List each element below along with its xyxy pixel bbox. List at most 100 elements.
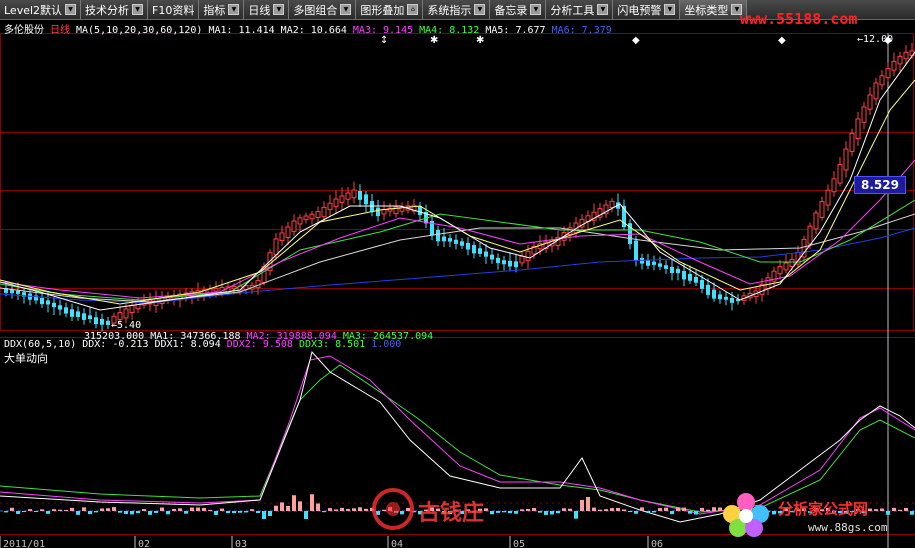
- ddx-bar: [640, 507, 644, 511]
- x-axis: 2011/01 02 03 04 05 06: [0, 536, 663, 548]
- toolbar-axis-type[interactable]: 坐标类型 ▼: [680, 0, 748, 19]
- ddx-bar: [658, 508, 662, 511]
- candle-body: [376, 207, 380, 217]
- ddx-bar: [226, 511, 230, 514]
- ddx-bar: [526, 508, 530, 511]
- candle-body: [496, 257, 500, 264]
- ddx-bar: [256, 511, 260, 514]
- candle-body: [688, 274, 692, 281]
- candle-body: [658, 263, 662, 267]
- toolbar-label: 系统指示: [427, 3, 472, 17]
- ddx-info-bar: DDX(60,5,10) DDX: -0.213 DDX1: 8.094 DDX2: …: [4, 339, 407, 350]
- ddx-bar: [550, 511, 554, 515]
- toolbar-system-indicator[interactable]: 系统指示 ▼: [423, 0, 491, 19]
- candle-body: [514, 261, 518, 268]
- ddx-bar: [628, 511, 632, 513]
- x-axis-label: 03: [235, 539, 247, 548]
- x-axis-label: 2011/01: [3, 539, 45, 548]
- candle-body: [88, 315, 92, 320]
- signal-markers: ↕ ✱ ✱ ◆ ◆ ◆: [380, 35, 892, 46]
- ddx-bar: [910, 511, 914, 515]
- ddx3-line: [0, 364, 915, 513]
- ddx-bar: [184, 511, 188, 514]
- ddx-bar: [166, 511, 170, 515]
- candle-body: [855, 118, 861, 140]
- dropdown-arrow-icon[interactable]: ▼: [132, 4, 144, 15]
- dropdown-arrow-icon[interactable]: ▼: [530, 4, 542, 15]
- candle-body: [454, 239, 458, 244]
- ddx-bar: [904, 507, 908, 511]
- candle-body: [82, 313, 86, 320]
- ddx-bar: [616, 507, 620, 511]
- candle-body: [106, 320, 110, 325]
- ddx3-value: DDX3: 8.501: [298, 339, 366, 350]
- dropdown-arrow-icon[interactable]: ▼: [474, 4, 486, 15]
- toolbar-flash-alert[interactable]: 闪电预警 ▼: [613, 0, 681, 19]
- toolbar-memo[interactable]: 备忘录 ▼: [490, 0, 547, 19]
- toolbar-analysis-tools[interactable]: 分析工具 ▼: [546, 0, 614, 19]
- candle-body: [873, 82, 879, 100]
- ddx-bar: [868, 508, 872, 511]
- ddx-bar: [610, 508, 614, 511]
- svg-text:✱: ✱: [430, 35, 438, 46]
- candle-body: [123, 308, 129, 319]
- candle-body: [664, 265, 668, 269]
- brand-url: www.88gs.com: [808, 521, 888, 534]
- ddx-bar: [100, 508, 104, 511]
- ddx-bar: [634, 511, 638, 514]
- candle-body: [843, 148, 849, 171]
- candle-body: [861, 106, 867, 123]
- candle-body: [730, 298, 734, 303]
- dropdown-arrow-icon[interactable]: ▼: [340, 4, 352, 15]
- ddx-bar: [142, 509, 146, 511]
- dropdown-arrow-icon[interactable]: ▼: [597, 4, 609, 15]
- ddx-bar: [622, 509, 626, 511]
- ddx-bar: [178, 508, 182, 511]
- toolbar-overlay[interactable]: 图形叠加 ⌂: [356, 0, 424, 19]
- candle-body: [46, 300, 50, 305]
- toolbar-label: Level2默认: [4, 3, 63, 17]
- ddx-bar: [22, 511, 26, 513]
- grid: [0, 33, 915, 535]
- candle-body: [40, 298, 44, 305]
- toolbar-daily[interactable]: 日线 ▼: [244, 0, 290, 19]
- candle-body: [297, 217, 303, 225]
- toolbar-f10[interactable]: F10资料: [148, 0, 200, 19]
- candle-body: [484, 251, 488, 257]
- stock-name[interactable]: 多伦股份: [4, 25, 44, 36]
- x-axis-label: 04: [391, 539, 403, 548]
- candle-body: [135, 302, 141, 310]
- ddx-bar: [544, 511, 548, 515]
- toolbar-technical-analysis[interactable]: 技术分析 ▼: [81, 0, 149, 19]
- dropdown-arrow-icon[interactable]: ▼: [65, 4, 77, 15]
- ddx-bar: [46, 511, 50, 514]
- ddx-bar: [196, 507, 200, 511]
- ddx-bar: [160, 507, 164, 511]
- ddx-bar: [28, 509, 32, 511]
- dropdown-arrow-icon[interactable]: ▼: [273, 4, 285, 15]
- period-label[interactable]: 日线: [50, 25, 70, 36]
- candle-body: [436, 230, 440, 242]
- ddx-bar: [106, 508, 110, 511]
- ma3-value: MA3: 9.145: [352, 25, 414, 36]
- chart-canvas[interactable]: ↕ ✱ ✱ ◆ ◆ ◆ ←12.00 ←5.40 2011/01 02 03 04 05…: [0, 0, 915, 548]
- dropdown-arrow-icon[interactable]: ▼: [228, 4, 240, 15]
- candle-body: [466, 242, 470, 250]
- toolbar-level2-default[interactable]: Level2默认 ▼: [0, 0, 82, 19]
- candle-body: [807, 225, 813, 245]
- ddx-bar: [676, 507, 680, 511]
- ddx-bar: [358, 507, 362, 511]
- toolbar-indicator[interactable]: 指标 ▼: [199, 0, 245, 19]
- ddx-bar: [118, 511, 122, 513]
- candle-body: [364, 194, 368, 205]
- ddx-params[interactable]: DDX(60,5,10): [4, 339, 76, 350]
- ma4-value: MA4: 8.132: [419, 25, 480, 36]
- candle-body: [777, 266, 783, 275]
- toolbar-label: 图形叠加: [360, 3, 405, 17]
- ddx-bar: [238, 511, 242, 513]
- x-axis-label: 06: [651, 539, 663, 548]
- candle-body: [676, 268, 680, 274]
- dropdown-arrow-icon[interactable]: ▼: [664, 4, 676, 15]
- toolbar-multi-chart[interactable]: 多图组合 ▼: [289, 0, 357, 19]
- lock-icon[interactable]: ⌂: [407, 4, 419, 15]
